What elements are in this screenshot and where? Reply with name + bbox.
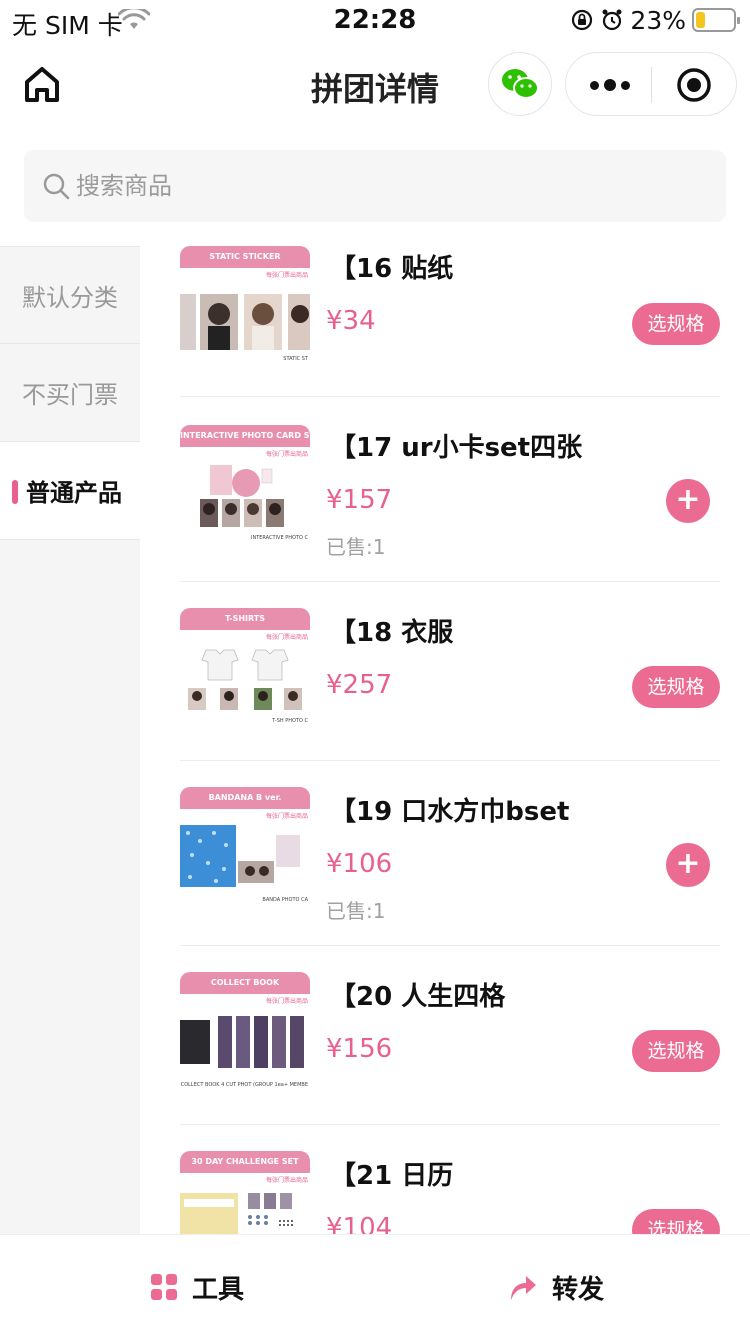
- lock-rotation-icon: [572, 9, 593, 31]
- thumb-photos: [180, 1193, 293, 1234]
- thumb-banner: 30 DAY CHALLENGE SET: [180, 1151, 310, 1173]
- sold-count: 已售:1: [326, 899, 386, 923]
- sidebar-item-label: 默认分类: [22, 283, 118, 312]
- product-price: ¥34: [326, 306, 376, 336]
- thumb-caption: STATIC ST: [283, 356, 308, 362]
- product-name[interactable]: 【16 贴纸: [330, 248, 453, 285]
- product-thumbnail[interactable]: STATIC STICKER 每张门票出商品 STATIC ST: [180, 246, 310, 366]
- alarm-icon: [602, 9, 622, 31]
- thumb-photos: [180, 294, 310, 350]
- add-to-cart-button[interactable]: +: [666, 479, 710, 523]
- product-name[interactable]: 【21 日历: [330, 1155, 453, 1192]
- thumb-caption: BANDA PHOTO CA: [262, 897, 308, 903]
- thumb-banner: COLLECT BOOK: [180, 972, 310, 994]
- status-right: 23%: [570, 5, 740, 35]
- sold-count: 已售:1: [326, 535, 386, 559]
- share-label: 转发: [552, 1274, 605, 1305]
- product-price: ¥156: [326, 1034, 393, 1064]
- thumb-banner: T-SHIRTS: [180, 608, 310, 630]
- sidebar-item-label: 普通产品: [26, 479, 122, 507]
- sidebar-item-regular[interactable]: 普通产品: [0, 442, 140, 540]
- product-name[interactable]: 【17 ur小卡set四张: [330, 427, 582, 464]
- select-spec-button[interactable]: 选规格: [632, 303, 720, 345]
- product-price: ¥106: [326, 849, 393, 879]
- thumb-caption: COLLECT BOOK 4 CUT PHOT (GROUP 1ea+ MEMB…: [180, 1082, 308, 1088]
- thumb-photos: [200, 465, 284, 527]
- thumb-caption: INTERACTIVE PHOTO C: [250, 535, 308, 541]
- product-thumbnail[interactable]: 30 DAY CHALLENGE SET 每张门票出商品: [180, 1151, 310, 1234]
- share-arrow-icon: [511, 1276, 536, 1300]
- thumb-subtitle: 每张门票出商品: [265, 634, 308, 641]
- grid-icon: [151, 1274, 177, 1300]
- miniprogram-capsule: [565, 52, 737, 116]
- select-spec-button[interactable]: 选规格: [632, 1209, 720, 1234]
- product-thumbnail[interactable]: BANDANA B ver. 每张门票出商品 BANDA PHOTO CA: [180, 787, 310, 907]
- thumb-subtitle: 每张门票出商品: [265, 272, 308, 279]
- search-input[interactable]: [76, 164, 696, 208]
- page: 无 SIM 卡 22:28 23% 拼团详情 搜索商品 默认分类 不买门票 普通…: [0, 0, 750, 1334]
- product-item[interactable]: BANDANA B ver. 每张门票出商品 BANDA PHOTO CA 【1…: [180, 761, 720, 946]
- select-spec-button[interactable]: 选规格: [632, 666, 720, 708]
- tools-label: 工具: [192, 1274, 245, 1305]
- wechat-icon: [502, 69, 539, 99]
- thumb-photos: [188, 649, 302, 710]
- product-price: ¥104: [326, 1213, 393, 1234]
- thumb-subtitle: 每张门票出商品: [265, 1177, 308, 1184]
- product-thumbnail[interactable]: T-SHIRTS 每张门票出商品 T-SH PHOTO C: [180, 608, 310, 728]
- thumb-photos: [180, 825, 300, 887]
- product-price: ¥157: [326, 485, 393, 515]
- nav-bar: 拼团详情: [0, 50, 750, 120]
- product-name[interactable]: 【20 人生四格: [330, 976, 505, 1013]
- select-spec-button[interactable]: 选规格: [632, 1030, 720, 1072]
- thumb-subtitle: 每张门票出商品: [265, 451, 308, 458]
- share-button[interactable]: 转发: [508, 1267, 604, 1307]
- thumb-caption: T-SH PHOTO C: [272, 718, 308, 724]
- thumb-banner: INTERACTIVE PHOTO CARD SET: [180, 425, 310, 447]
- wechat-button[interactable]: [488, 52, 552, 116]
- thumb-subtitle: 每张门票出商品: [265, 813, 308, 820]
- active-indicator: [12, 480, 18, 504]
- thumb-banner: BANDANA B ver.: [180, 787, 310, 809]
- sidebar-item-label: 不买门票: [22, 381, 118, 409]
- category-sidebar: 默认分类 不买门票 普通产品: [0, 246, 140, 1234]
- product-item[interactable]: INTERACTIVE PHOTO CARD SET 每张门票出商品 INTER…: [180, 397, 720, 582]
- battery-percent: 23%: [630, 5, 686, 35]
- product-thumbnail[interactable]: COLLECT BOOK 每张门票出商品 COLLECT BOOK 4 CUT …: [180, 972, 310, 1092]
- product-price: ¥257: [326, 670, 393, 700]
- product-item[interactable]: COLLECT BOOK 每张门票出商品 COLLECT BOOK 4 CUT …: [180, 946, 720, 1125]
- more-icon[interactable]: [588, 71, 632, 99]
- product-item[interactable]: 30 DAY CHALLENGE SET 每张门票出商品 【21 日历 ¥104…: [180, 1125, 720, 1234]
- product-name[interactable]: 【18 衣服: [330, 612, 453, 649]
- product-item[interactable]: STATIC STICKER 每张门票出商品 STATIC ST 【16 贴纸 …: [180, 246, 720, 397]
- bottom-bar: 工具 转发: [0, 1234, 750, 1334]
- product-thumbnail[interactable]: INTERACTIVE PHOTO CARD SET 每张门票出商品 INTER…: [180, 425, 310, 545]
- search-icon: [43, 173, 70, 200]
- thumb-banner: STATIC STICKER: [180, 246, 310, 268]
- thumb-subtitle: 每张门票出商品: [265, 998, 308, 1005]
- status-bar: 无 SIM 卡 22:28 23%: [0, 0, 750, 40]
- product-name[interactable]: 【19 口水方巾bset: [330, 791, 569, 828]
- sidebar-item-default[interactable]: 默认分类: [0, 246, 140, 344]
- tools-button[interactable]: 工具: [150, 1267, 244, 1307]
- search-bar[interactable]: [24, 150, 726, 222]
- sidebar-item-no-ticket[interactable]: 不买门票: [0, 344, 140, 442]
- add-to-cart-button[interactable]: +: [666, 843, 710, 887]
- close-miniprogram-icon[interactable]: [676, 67, 712, 103]
- product-item[interactable]: T-SHIRTS 每张门票出商品 T-SH PHOTO C 【18 衣服 ¥25…: [180, 582, 720, 761]
- battery-icon: [692, 8, 740, 32]
- thumb-photos: [180, 1016, 304, 1068]
- capsule-divider: [651, 67, 652, 103]
- product-list[interactable]: STATIC STICKER 每张门票出商品 STATIC ST 【16 贴纸 …: [140, 246, 750, 1234]
